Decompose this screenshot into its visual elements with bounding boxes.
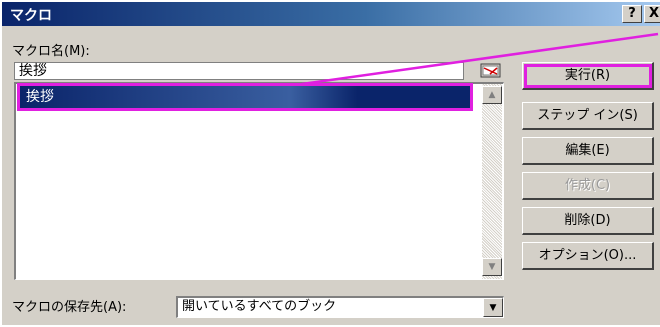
create-button: 作成(C) [522,172,654,200]
macro-name-label: マクロ名(M): [12,44,90,59]
save-location-select[interactable]: 開いているすべてのブック ▼ [176,296,504,318]
scroll-up-icon[interactable]: ▲ [482,86,502,104]
help-button[interactable]: ? [622,5,642,23]
list-scrollbar[interactable]: ▲ ▼ [482,84,502,279]
close-button[interactable]: X [644,5,660,23]
edit-button[interactable]: 編集(E) [522,137,654,165]
window-title: マクロ [10,8,52,24]
title-bar[interactable]: マクロ ? X [2,2,660,26]
save-location-value: 開いているすべてのブック [182,299,337,314]
macro-dialog: マクロ ? X マクロ名(M): 挨拶 挨拶 ▲ ▼ 実行(R) ステップ イン… [0,0,660,325]
delete-button[interactable]: 削除(D) [522,207,654,235]
range-select-icon[interactable] [480,62,502,80]
scroll-down-icon[interactable]: ▼ [482,258,502,276]
list-item[interactable]: 挨拶 [17,83,473,111]
save-location-label: マクロの保存先(A): [12,300,127,315]
chevron-down-icon[interactable]: ▼ [483,298,503,317]
macro-name-input[interactable]: 挨拶 [14,62,464,80]
options-button[interactable]: オプション(O)... [522,242,654,270]
run-button[interactable]: 実行(R) [522,62,654,90]
step-into-button[interactable]: ステップ イン(S) [522,102,654,130]
macro-list[interactable]: 挨拶 ▲ ▼ [14,82,504,280]
